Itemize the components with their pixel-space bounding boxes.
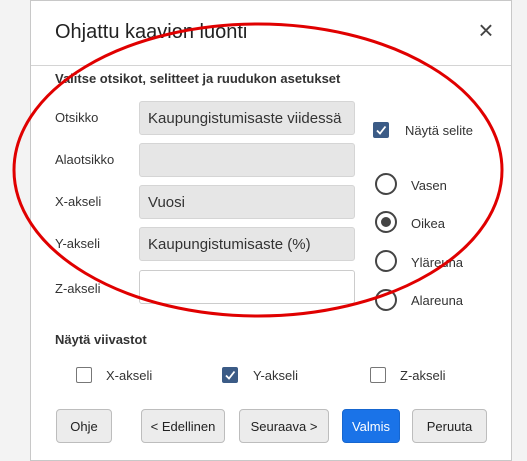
title-field-label: Otsikko bbox=[55, 110, 99, 125]
legend-top-radio[interactable] bbox=[375, 250, 397, 272]
legend-bottom-label: Alareuna bbox=[411, 293, 464, 308]
legend-top-label: Yläreuna bbox=[411, 255, 464, 270]
title-input[interactable] bbox=[139, 101, 355, 135]
checkmark-icon bbox=[225, 370, 236, 380]
section-heading: Valitse otsikot, selitteet ja ruudukon a… bbox=[55, 71, 341, 86]
show-legend-label: Näytä selite bbox=[405, 123, 473, 138]
legend-right-label: Oikea bbox=[411, 216, 445, 231]
legend-left-radio[interactable] bbox=[375, 173, 397, 195]
grid-x-axis-label: X-akseli bbox=[106, 368, 153, 383]
spreadsheet-background-left bbox=[0, 0, 31, 461]
grid-z-axis-checkbox[interactable] bbox=[370, 367, 386, 383]
x-axis-input[interactable] bbox=[139, 185, 355, 219]
spreadsheet-background-right bbox=[512, 0, 527, 461]
grid-y-axis-checkbox[interactable] bbox=[222, 367, 238, 383]
legend-left-label: Vasen bbox=[411, 178, 447, 193]
close-icon[interactable]: × bbox=[473, 17, 499, 43]
checkmark-icon bbox=[376, 125, 387, 135]
radio-selected-dot bbox=[381, 217, 391, 227]
help-button[interactable]: Ohje bbox=[56, 409, 112, 443]
subtitle-field-label: Alaotsikko bbox=[55, 152, 115, 167]
grid-z-axis-label: Z-akseli bbox=[400, 368, 446, 383]
grid-x-axis-checkbox[interactable] bbox=[76, 367, 92, 383]
x-axis-field-label: X-akseli bbox=[55, 194, 102, 209]
show-legend-checkbox[interactable] bbox=[373, 122, 389, 138]
dialog-title: Ohjattu kaavion luonti bbox=[55, 21, 248, 43]
y-axis-input[interactable] bbox=[139, 227, 355, 261]
chart-wizard-dialog: Ohjattu kaavion luonti × Valitse otsikot… bbox=[30, 0, 512, 461]
next-button[interactable]: Seuraava > bbox=[239, 409, 329, 443]
subtitle-input[interactable] bbox=[139, 143, 355, 177]
finish-button[interactable]: Valmis bbox=[342, 409, 400, 443]
y-axis-field-label: Y-akseli bbox=[55, 236, 101, 251]
back-button[interactable]: < Edellinen bbox=[141, 409, 225, 443]
grid-y-axis-label: Y-akseli bbox=[253, 368, 299, 383]
z-axis-input[interactable] bbox=[139, 270, 355, 304]
gridlines-heading: Näytä viivastot bbox=[55, 332, 147, 347]
legend-right-radio[interactable] bbox=[375, 211, 397, 233]
legend-bottom-radio[interactable] bbox=[375, 289, 397, 311]
dialog-title-bar: Ohjattu kaavion luonti × bbox=[31, 1, 511, 66]
z-axis-field-label: Z-akseli bbox=[55, 281, 101, 296]
cancel-button[interactable]: Peruuta bbox=[412, 409, 487, 443]
